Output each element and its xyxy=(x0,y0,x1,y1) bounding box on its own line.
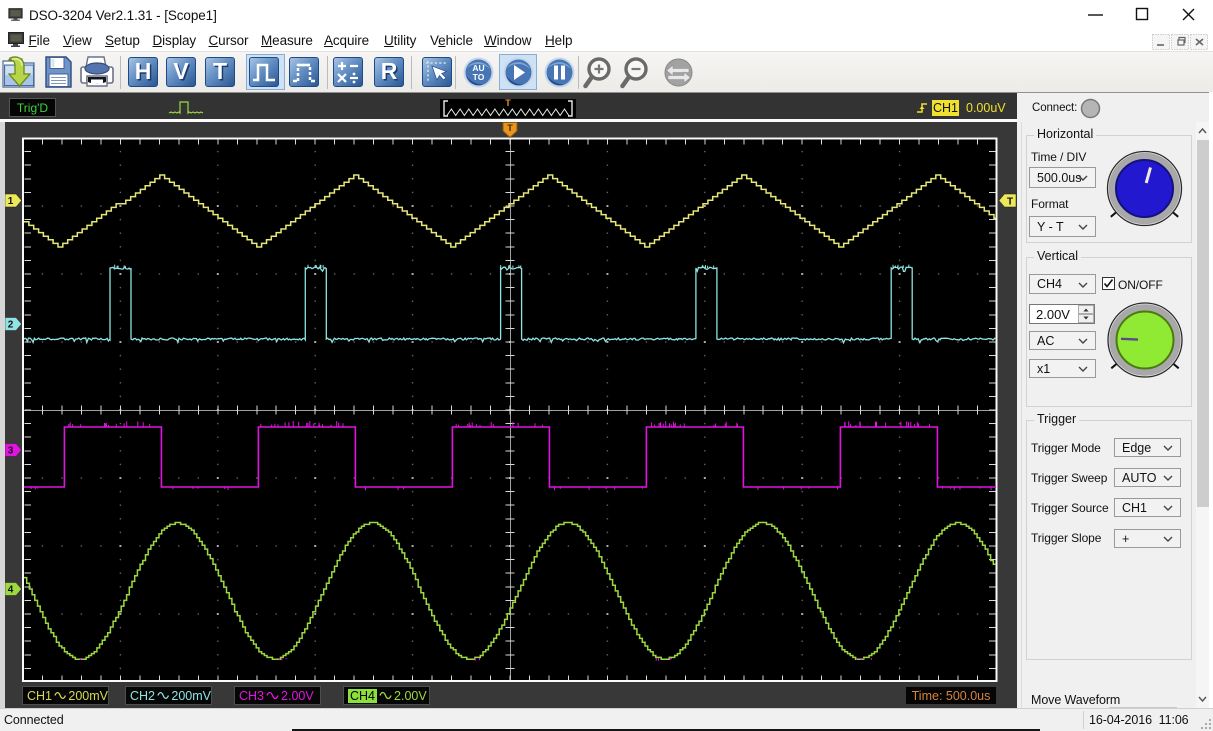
svg-text:3: 3 xyxy=(8,446,14,457)
svg-text:4: 4 xyxy=(8,585,14,596)
svg-text:1: 1 xyxy=(8,196,14,207)
svg-text:T: T xyxy=(213,58,227,84)
svg-text:T: T xyxy=(1007,196,1013,207)
svg-text:H: H xyxy=(135,58,152,84)
svg-text:T: T xyxy=(505,99,511,108)
svg-text:TO: TO xyxy=(473,72,485,82)
svg-text:2: 2 xyxy=(8,320,14,331)
svg-text:V: V xyxy=(173,58,189,84)
svg-text:T: T xyxy=(507,123,513,133)
svg-text:R: R xyxy=(381,58,398,84)
